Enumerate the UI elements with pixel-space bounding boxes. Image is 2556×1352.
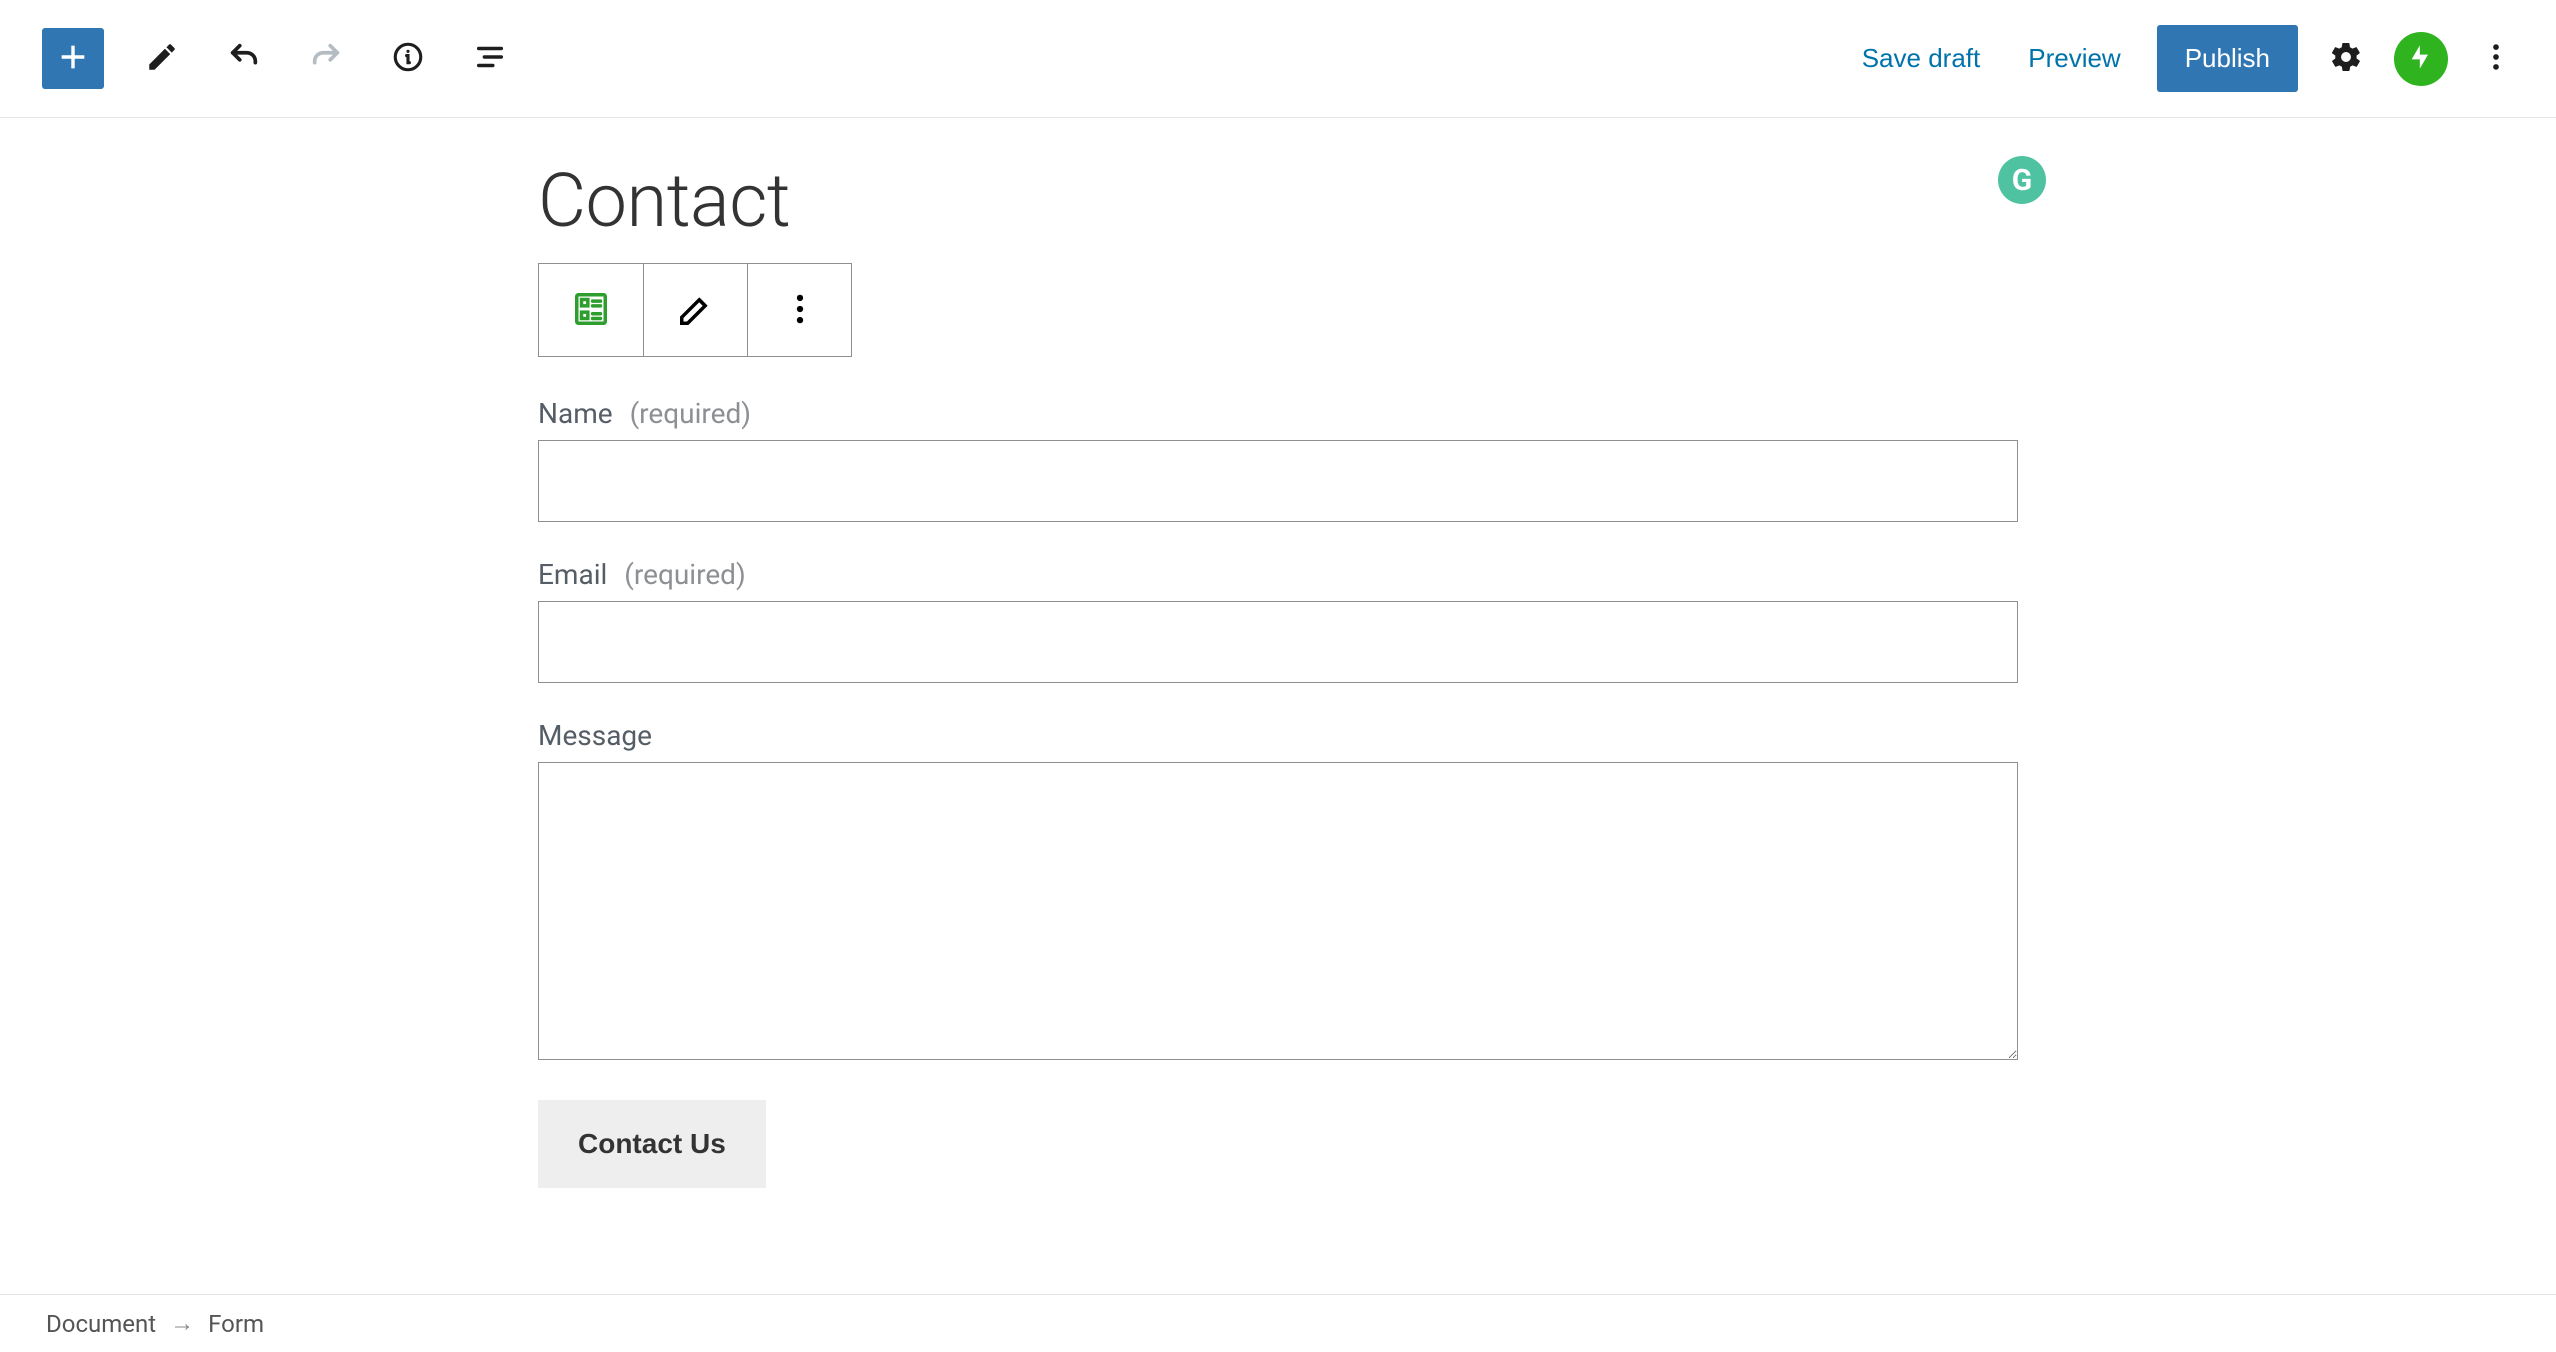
name-input[interactable]	[538, 440, 2018, 522]
form-field-message: Message	[538, 719, 2018, 1064]
content-info-button[interactable]	[384, 35, 432, 83]
add-block-button[interactable]	[42, 28, 104, 89]
info-icon	[391, 40, 425, 77]
content-area: G Contact Name	[498, 118, 2058, 1268]
outline-icon	[473, 40, 507, 77]
kebab-icon	[781, 290, 819, 331]
pencil-icon	[677, 290, 715, 331]
field-label: Message	[538, 719, 2018, 752]
form-block-icon	[572, 290, 610, 331]
block-type-button[interactable]	[539, 264, 643, 356]
grammarly-icon: G	[2012, 163, 2032, 198]
jetpack-button[interactable]	[2394, 32, 2448, 86]
gear-icon	[2329, 40, 2363, 77]
redo-button[interactable]	[302, 35, 350, 83]
form-field-name: Name (required)	[538, 397, 2018, 522]
pencil-icon	[145, 40, 179, 77]
preview-button[interactable]: Preview	[2016, 33, 2132, 84]
block-toolbar	[538, 263, 852, 357]
undo-icon	[227, 40, 261, 77]
grammarly-button[interactable]: G	[1998, 156, 2046, 204]
page-title[interactable]: Contact	[538, 158, 2018, 245]
more-options-button[interactable]	[2472, 35, 2520, 83]
message-textarea[interactable]	[538, 762, 2018, 1060]
breadcrumb-current[interactable]: Form	[208, 1310, 264, 1338]
block-navigation-button[interactable]	[466, 35, 514, 83]
editor-toolbar: Save draft Preview Publish	[0, 0, 2556, 118]
block-more-button[interactable]	[747, 264, 851, 356]
plus-icon	[56, 40, 90, 77]
field-label-text: Name	[538, 397, 613, 430]
field-label-text: Message	[538, 719, 652, 752]
kebab-icon	[2479, 40, 2513, 77]
breadcrumb-root[interactable]: Document	[46, 1310, 156, 1338]
undo-button[interactable]	[220, 35, 268, 83]
field-label: Email (required)	[538, 558, 2018, 591]
block-edit-button[interactable]	[643, 264, 747, 356]
field-required-text: (required)	[630, 397, 751, 430]
toolbar-right: Save draft Preview Publish	[1850, 25, 2520, 92]
breadcrumb: Document → Form	[0, 1294, 2556, 1352]
field-label: Name (required)	[538, 397, 2018, 430]
form-field-email: Email (required)	[538, 558, 2018, 683]
save-draft-button[interactable]: Save draft	[1850, 33, 1993, 84]
email-input[interactable]	[538, 601, 2018, 683]
submit-button[interactable]: Contact Us	[538, 1100, 766, 1188]
edit-mode-button[interactable]	[138, 35, 186, 83]
toolbar-left	[42, 28, 514, 89]
publish-button[interactable]: Publish	[2157, 25, 2298, 92]
field-required-text: (required)	[624, 558, 745, 591]
arrow-right-icon: →	[170, 1309, 194, 1338]
field-label-text: Email	[538, 558, 607, 591]
redo-icon	[309, 40, 343, 77]
jetpack-icon	[2407, 43, 2435, 75]
editor-canvas: G Contact Name	[0, 118, 2556, 1294]
settings-button[interactable]	[2322, 35, 2370, 83]
